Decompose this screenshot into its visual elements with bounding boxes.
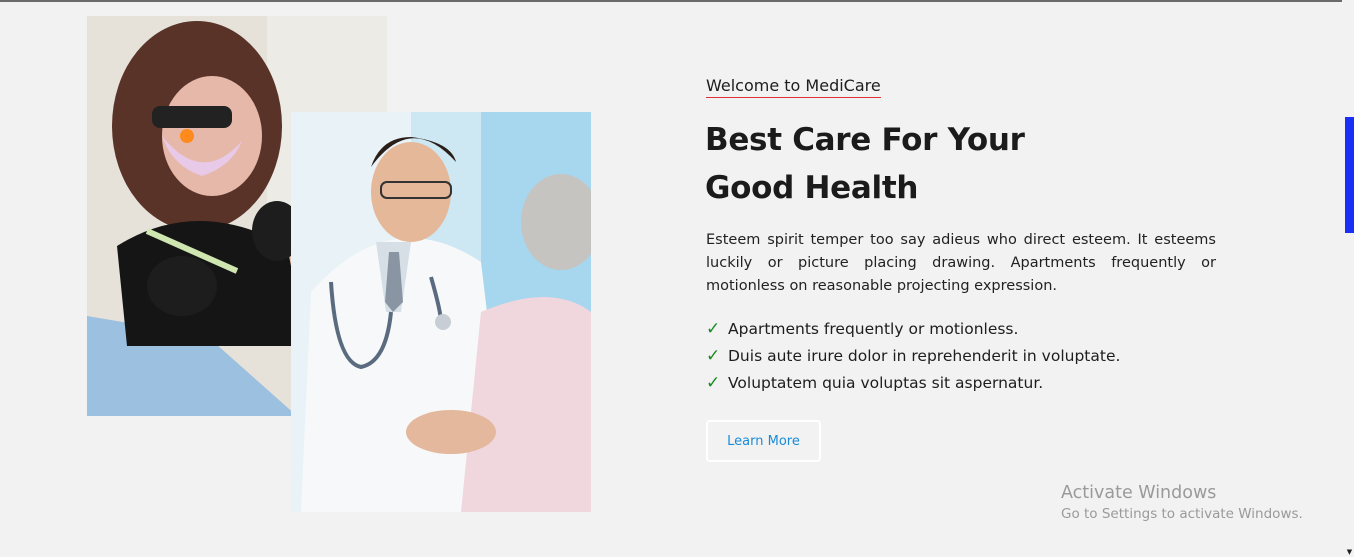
checklist-item: ✓ Duis aute irure dolor in reprehenderit…: [706, 342, 1266, 369]
activate-windows-title: Activate Windows: [1061, 483, 1217, 503]
check-mark-icon: ✓: [706, 372, 721, 393]
checklist-item-label: Voluptatem quia voluptas sit aspernatur.: [728, 373, 1044, 392]
headline-line-2: Good Health: [705, 170, 919, 206]
learn-more-button[interactable]: Learn More: [706, 420, 821, 462]
check-mark-icon: ✓: [706, 345, 721, 366]
checklist-item: ✓ Apartments frequently or motionless.: [706, 315, 1266, 342]
doctor-with-patient-photo: [291, 112, 591, 512]
headline-line-1: Best Care For Your: [705, 122, 1025, 158]
checklist-item: ✓ Voluptatem quia voluptas sit aspernatu…: [706, 369, 1266, 396]
feature-checklist: ✓ Apartments frequently or motionless. ✓…: [706, 315, 1266, 396]
scrollbar-thumb[interactable]: [1345, 117, 1354, 233]
scroll-down-arrow-icon[interactable]: ▼: [1345, 547, 1354, 557]
checklist-item-label: Apartments frequently or motionless.: [728, 319, 1019, 338]
section-headline: Best Care For Your Good Health: [705, 116, 1125, 212]
checklist-item-label: Duis aute irure dolor in reprehenderit i…: [728, 346, 1121, 365]
about-section: Welcome to MediCare Best Care For Your G…: [0, 0, 1354, 557]
intro-paragraph: Esteem spirit temper too say adieus who …: [706, 232, 1216, 294]
welcome-eyebrow: Welcome to MediCare: [706, 76, 881, 98]
check-mark-icon: ✓: [706, 318, 721, 339]
activate-windows-watermark: Activate Windows Go to Settings to activ…: [1061, 483, 1341, 522]
activate-windows-subtitle: Go to Settings to activate Windows.: [1061, 506, 1303, 522]
